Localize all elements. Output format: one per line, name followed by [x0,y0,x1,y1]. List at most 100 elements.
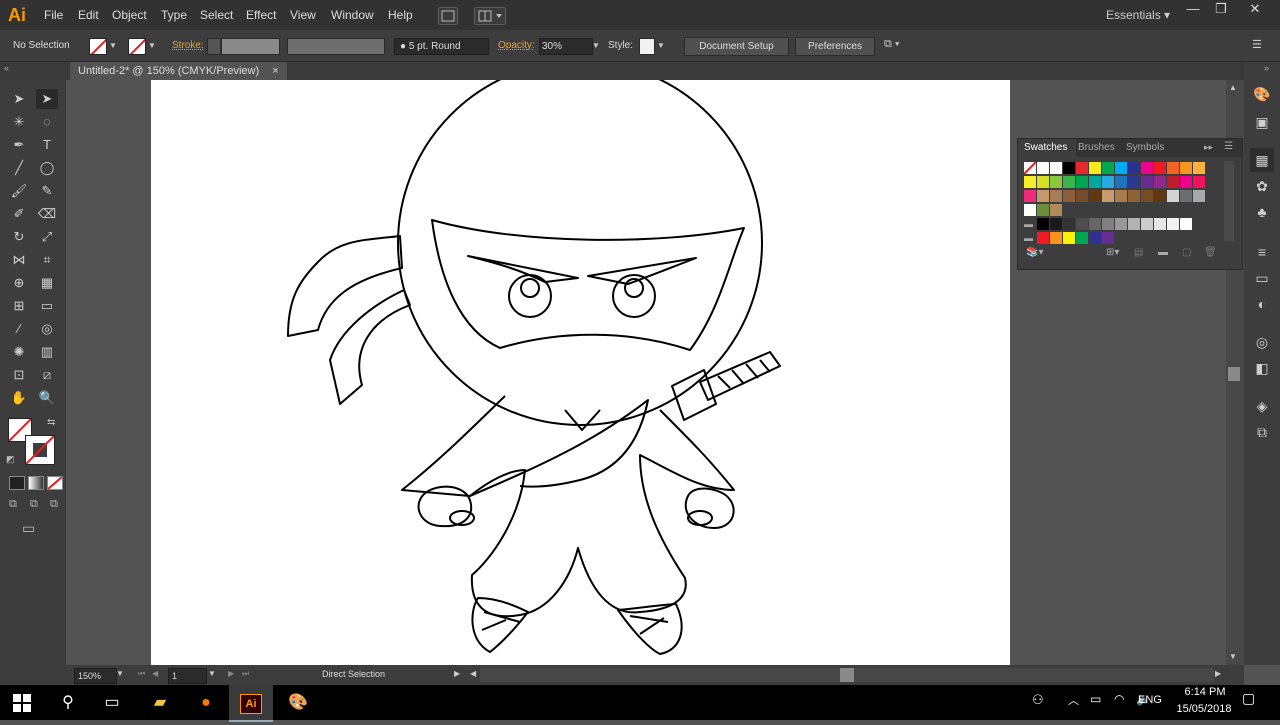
tab-document[interactable]: Untitled-2* @ 150% (CMYK/Preview) × [70,62,287,80]
swatch[interactable] [1050,176,1062,188]
previous-artboard-icon[interactable]: ◀ [152,669,158,678]
swatch-group-folder-icon[interactable]: ▬ [1024,218,1036,230]
expand-icon[interactable]: ▸▸ [1204,142,1213,153]
menu-help[interactable]: Help [388,0,413,30]
clock-date[interactable]: 15/05/2018 [1166,703,1242,715]
wifi-icon[interactable]: ◠ [1114,692,1124,706]
swatch[interactable] [1076,218,1088,230]
magic-wand-tool-icon[interactable]: ✳ [8,112,30,132]
swatch[interactable] [1089,232,1101,244]
variable-width-profile[interactable] [287,38,385,55]
swatch[interactable] [1024,176,1036,188]
swatch[interactable] [1089,218,1101,230]
symbol-sprayer-tool-icon[interactable]: ✺ [8,342,30,362]
menu-type[interactable]: Type [161,0,187,30]
windows-start-icon[interactable] [0,685,44,720]
draw-inside-icon[interactable]: ⧉ [50,498,58,511]
swatch[interactable] [1089,176,1101,188]
color-guide-icon[interactable]: ▣ [1250,110,1274,134]
workspace-switcher[interactable]: Essentials ▾ [1106,0,1170,30]
swatch[interactable] [1141,162,1153,174]
swatch[interactable] [1167,176,1179,188]
stroke-swatch[interactable] [128,38,146,55]
panel-menu-icon[interactable]: ☰ [1224,141,1233,152]
swatch[interactable] [1167,218,1179,230]
shaper-tool-icon[interactable]: ✐ [8,204,30,224]
swatch[interactable] [1128,190,1140,202]
restore-icon[interactable]: ❐ [1204,0,1238,20]
draw-mode-icon[interactable]: ⧉ [9,498,17,511]
ellipse-tool-icon[interactable]: ◯ [36,158,58,178]
swatch[interactable] [1193,162,1205,174]
chevron-down-icon[interactable]: ▼ [655,37,667,54]
swatch-group-folder-icon[interactable]: ▬ [1024,232,1036,244]
swatch[interactable] [1050,218,1062,230]
swatch[interactable] [1180,190,1192,202]
swap-colors-icon[interactable]: ⇆ [47,417,55,428]
swatch[interactable] [1115,218,1127,230]
tab-swatches[interactable]: Swatches [1018,139,1076,157]
close-icon[interactable]: ✕ [1238,0,1272,20]
swatch[interactable] [1154,190,1166,202]
chevron-down-icon[interactable]: ▼ [116,669,124,678]
zoom-tool-icon[interactable]: 🔍 [36,388,58,408]
swatch[interactable] [1102,190,1114,202]
menu-view[interactable]: View [290,0,316,30]
swatch[interactable] [1050,190,1062,202]
arrange-documents-button[interactable] [474,7,506,25]
swatch[interactable] [1076,190,1088,202]
artboard-tool-icon[interactable]: ⊡ [8,365,30,385]
opacity-label[interactable]: Opacity: [498,30,535,61]
zoom-field[interactable]: 150% [74,668,117,684]
paint-app-icon[interactable]: 🎨 [276,685,320,720]
swatch[interactable] [1024,190,1036,202]
swatch-scrollbar[interactable] [1224,161,1234,241]
arrange-icon[interactable]: ⧉ ▾ [884,38,914,53]
swatch[interactable] [1154,176,1166,188]
show-kinds-icon[interactable]: ⊞▾ [1106,247,1119,258]
artboard[interactable] [151,60,1010,665]
default-colors-icon[interactable]: ◩ [6,454,15,465]
swatch[interactable] [1115,190,1127,202]
opacity-field[interactable]: 30% [539,38,593,55]
swatch[interactable] [1089,190,1101,202]
horizontal-scroll-thumb[interactable] [840,668,854,682]
type-tool-icon[interactable]: T [36,135,58,155]
artboard-number-field[interactable]: 1 [168,668,207,684]
swatch[interactable] [1128,162,1140,174]
swatch[interactable] [1167,190,1179,202]
scroll-up-icon[interactable]: ▲ [1229,83,1237,92]
swatch[interactable] [1115,176,1127,188]
menu-file[interactable]: File [44,0,63,30]
tab-symbols[interactable]: Symbols [1126,139,1164,157]
delete-swatch-icon[interactable]: 🗑 [1204,247,1217,258]
swatch[interactable] [1180,176,1192,188]
preferences-button[interactable]: Preferences [795,37,875,56]
swatch[interactable] [1063,218,1075,230]
menu-window[interactable]: Window [331,0,374,30]
swatch[interactable] [1193,176,1205,188]
gradient-panel-icon[interactable]: ▭ [1250,266,1274,290]
file-explorer-icon[interactable]: ▰ [138,685,182,720]
swatch[interactable] [1076,176,1088,188]
chevron-down-icon[interactable]: ▼ [107,37,119,54]
first-artboard-icon[interactable]: ⏮ [138,669,145,679]
clock-time[interactable]: 6:14 PM [1172,686,1238,698]
stroke-color-box[interactable] [25,435,55,465]
chevron-up-icon[interactable]: ︿ [1068,692,1079,708]
swatches-panel-icon[interactable]: ▦ [1250,148,1274,172]
gradient-mode-icon[interactable] [28,476,44,490]
swatch[interactable] [1128,176,1140,188]
screen-mode-icon[interactable]: ▭ [22,520,35,537]
layers-panel-icon[interactable]: ◈ [1250,394,1274,418]
swatch[interactable] [1115,162,1127,174]
pencil-tool-icon[interactable]: ✎ [36,181,58,201]
selection-tool-icon[interactable]: ➤ [8,89,30,109]
swatch[interactable] [1024,204,1036,216]
blend-tool-icon[interactable]: ◎ [36,319,58,339]
current-tool-status[interactable]: Direct Selection [322,669,385,679]
symbols-panel-icon[interactable]: ♣ [1250,200,1274,224]
collapse-icon[interactable]: « [4,63,9,73]
slice-tool-icon[interactable]: ⧄ [36,365,58,385]
swatch[interactable] [1063,190,1075,202]
